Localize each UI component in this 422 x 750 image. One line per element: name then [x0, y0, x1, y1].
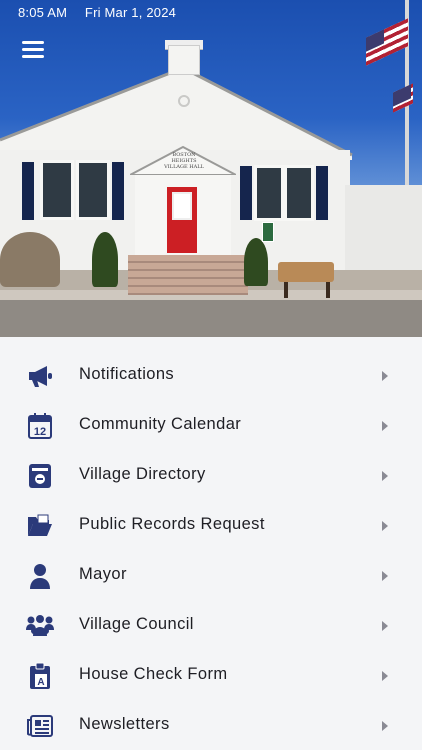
menu-item-community-calendar[interactable]: 12 Community Calendar — [0, 400, 422, 450]
shutter — [240, 166, 252, 220]
hero-photo: 8:05 AM Fri Mar 1, 2024 BOSTON HEIGHTS V… — [0, 0, 422, 337]
menu-item-mayor[interactable]: Mayor — [0, 550, 422, 600]
folder-open-icon — [26, 513, 54, 539]
menu-item-label: Village Council — [79, 615, 194, 633]
chevron-right-icon — [382, 371, 388, 381]
chevron-right-icon — [382, 421, 388, 431]
window — [40, 160, 74, 220]
shutter — [22, 162, 34, 220]
menu-item-label: House Check Form — [79, 665, 228, 683]
menu-list: Notifications 12 Community Calendar Vill… — [0, 337, 422, 750]
calendar-icon: 12 — [26, 413, 54, 439]
bench-leg — [326, 282, 330, 298]
status-date: Fri Mar 1, 2024 — [84, 5, 177, 20]
shrub — [244, 238, 268, 286]
menu-item-label: Village Directory — [79, 465, 206, 483]
front-steps — [128, 255, 248, 295]
phone-book-icon — [26, 463, 54, 489]
person-icon — [26, 563, 54, 589]
megaphone-icon — [26, 363, 54, 389]
menu-item-house-check-form[interactable]: A House Check Form — [0, 650, 422, 700]
clipboard-icon: A — [26, 662, 54, 689]
bench — [278, 262, 334, 282]
bench-leg — [284, 282, 288, 298]
green-sign — [262, 222, 274, 242]
window — [76, 160, 110, 220]
menu-item-label: Community Calendar — [79, 415, 242, 433]
chevron-right-icon — [382, 471, 388, 481]
hamburger-menu-icon[interactable] — [22, 41, 44, 59]
menu-item-village-directory[interactable]: Village Directory — [0, 450, 422, 500]
group-icon — [26, 613, 54, 639]
chevron-right-icon — [382, 571, 388, 581]
menu-item-label: Notifications — [79, 365, 175, 383]
small-flag — [393, 83, 413, 113]
newspaper-icon — [26, 713, 54, 739]
us-flag — [366, 18, 408, 66]
shutter — [316, 166, 328, 220]
door-window — [172, 192, 192, 220]
menu-item-label: Mayor — [79, 565, 127, 583]
window — [254, 165, 284, 221]
round-vent — [178, 95, 190, 107]
menu-item-public-records-request[interactable]: Public Records Request — [0, 500, 422, 550]
menu-item-label: Newsletters — [79, 715, 170, 733]
bare-shrub — [0, 232, 60, 287]
chevron-right-icon — [382, 671, 388, 681]
shrub — [92, 232, 118, 287]
svg-text:12: 12 — [34, 426, 46, 438]
chevron-right-icon — [382, 521, 388, 531]
chevron-right-icon — [382, 721, 388, 731]
road — [0, 300, 422, 337]
menu-item-notifications[interactable]: Notifications — [0, 350, 422, 400]
status-bar: 8:05 AM Fri Mar 1, 2024 — [18, 5, 190, 20]
svg-text:A: A — [37, 677, 44, 688]
building-sign: BOSTON HEIGHTS VILLAGE HALL — [164, 152, 204, 170]
shutter — [112, 162, 124, 220]
menu-item-label: Public Records Request — [79, 515, 265, 533]
belfry — [168, 45, 200, 75]
status-time: 8:05 AM — [18, 5, 68, 20]
menu-item-newsletters[interactable]: Newsletters — [0, 700, 422, 750]
menu-item-village-council[interactable]: Village Council — [0, 600, 422, 650]
chevron-right-icon — [382, 621, 388, 631]
window — [284, 165, 314, 221]
